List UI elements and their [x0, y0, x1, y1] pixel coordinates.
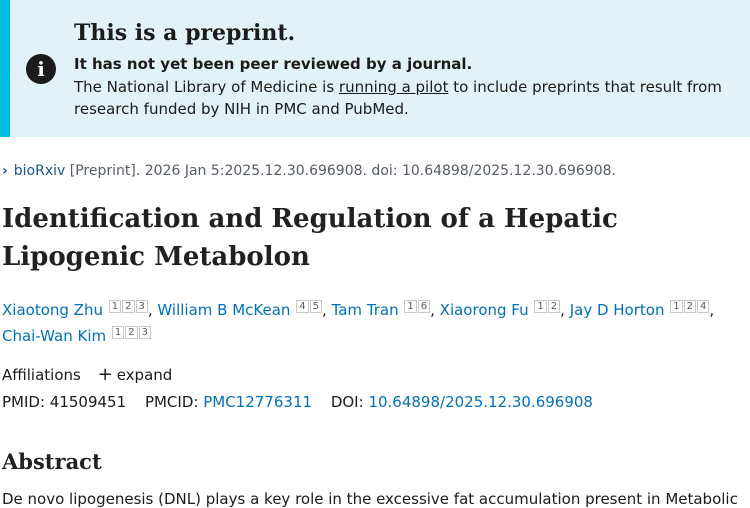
affiliation-ref[interactable]: 2: [122, 300, 135, 313]
affiliation-ref[interactable]: 1: [534, 300, 547, 313]
affiliation-ref[interactable]: 4: [296, 300, 309, 313]
running-pilot-link[interactable]: running a pilot: [339, 78, 449, 96]
banner-strong-text: It has not yet been peer reviewed by a j…: [74, 55, 473, 73]
citation-details: [Preprint]. 2026 Jan 5:2025.12.30.696908…: [69, 163, 616, 179]
author-link[interactable]: Chai-Wan Kim: [2, 327, 106, 345]
affiliation-ref[interactable]: 2: [683, 300, 697, 313]
plus-icon: +: [97, 364, 113, 385]
preprint-banner: i This is a preprint. It has not yet bee…: [0, 0, 750, 137]
affiliation-ref[interactable]: 2: [125, 326, 138, 339]
author-list: Xiaotong Zhu 123, William B McKean 45, T…: [2, 300, 715, 345]
affiliation-ref[interactable]: 1: [670, 300, 683, 313]
article-title: Identification and Regulation of a Hepat…: [2, 204, 618, 272]
pmid-label: PMID:: [2, 393, 46, 411]
author-link[interactable]: William B McKean: [157, 301, 290, 319]
affiliation-ref[interactable]: 3: [138, 326, 152, 339]
banner-text-before: The National Library of Medicine is: [74, 78, 339, 96]
author-link[interactable]: Xiaotong Zhu: [2, 301, 103, 319]
pmcid-label: PMCID:: [144, 393, 199, 411]
abstract-heading: Abstract: [2, 449, 102, 474]
banner-title: This is a preprint.: [74, 20, 296, 46]
affiliations-label: Affiliations: [2, 366, 81, 384]
affiliation-ref[interactable]: 1: [111, 326, 125, 339]
journal-link[interactable]: bioRxiv: [14, 163, 66, 179]
article-ids: PMID: 41509451 PMCID: PMC12776311 DOI: 1…: [2, 393, 593, 411]
banner-accent-bar: [0, 0, 10, 137]
citation-line: › bioRxiv [Preprint]. 2026 Jan 5:2025.12.…: [2, 163, 616, 179]
author-link[interactable]: Jay D Horton: [570, 301, 665, 319]
chevron-right-icon: ›: [2, 163, 8, 179]
expand-label: expand: [116, 366, 173, 384]
affiliations-row: Affiliations + expand: [2, 364, 172, 385]
author-link[interactable]: Tam Tran: [332, 301, 399, 319]
affiliation-ref[interactable]: 2: [547, 300, 561, 313]
affiliation-ref[interactable]: 1: [108, 300, 122, 313]
affiliation-ref[interactable]: 4: [697, 300, 710, 313]
affiliation-ref[interactable]: 1: [404, 300, 417, 313]
pmcid-link[interactable]: PMC12776311: [203, 393, 312, 411]
banner-body: The National Library of Medicine is runn…: [74, 76, 734, 120]
doi-link[interactable]: 10.64898/2025.12.30.696908: [368, 393, 593, 411]
abstract-text: De novo lipogenesis (DNL) plays a key ro…: [2, 490, 738, 508]
pmid-value: 41509451: [49, 393, 127, 411]
expand-affiliations-button[interactable]: + expand: [97, 364, 173, 385]
affiliation-ref[interactable]: 5: [309, 300, 322, 313]
affiliation-ref[interactable]: 3: [135, 300, 148, 313]
info-icon: i: [26, 54, 56, 84]
author-link[interactable]: Xiaorong Fu: [440, 301, 529, 319]
doi-label: DOI:: [330, 393, 364, 411]
affiliation-ref[interactable]: 6: [417, 300, 431, 313]
